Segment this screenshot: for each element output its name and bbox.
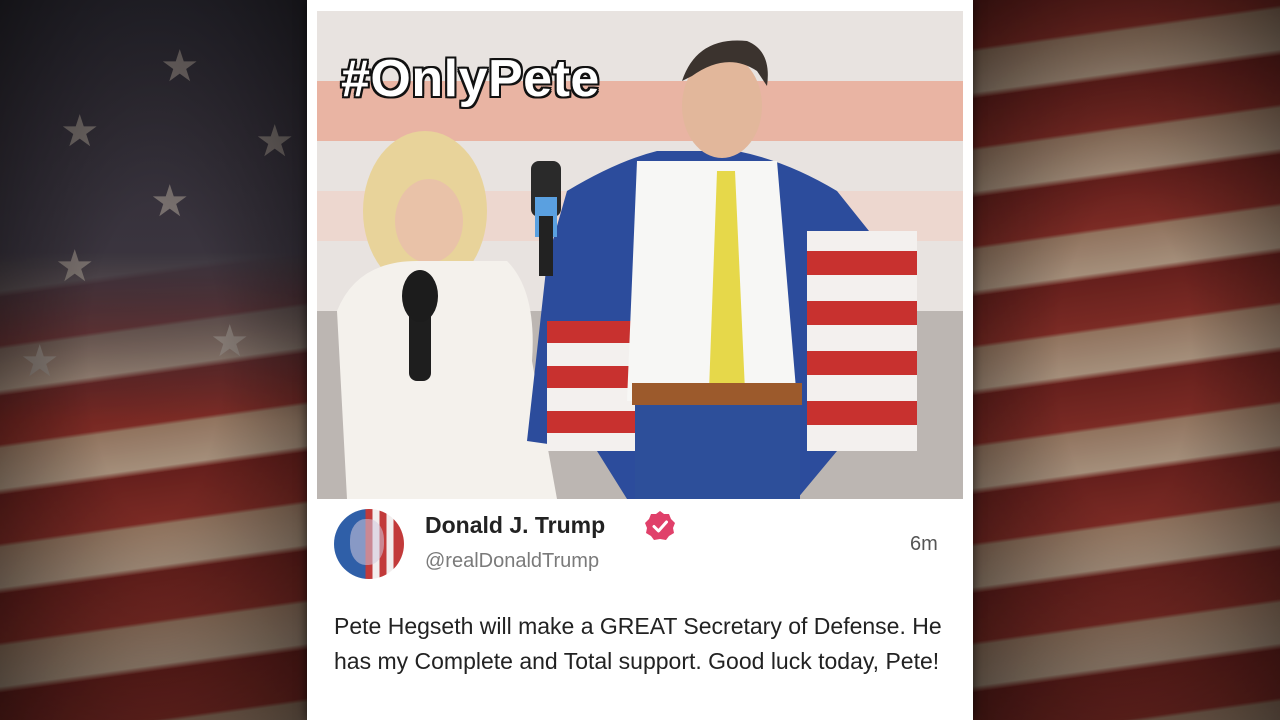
star-icon: ★ <box>210 316 250 367</box>
star-icon: ★ <box>150 176 190 227</box>
avatar-face <box>350 519 384 565</box>
post-body-text: Pete Hegseth will make a GREAT Secretary… <box>334 613 942 674</box>
flag-background-left: ★ ★ ★ ★ ★ ★ ★ <box>0 0 310 720</box>
image-overlay-hashtag: #OnlyPete <box>341 50 600 108</box>
star-icon: ★ <box>55 241 95 292</box>
star-icon: ★ <box>60 106 100 157</box>
author-handle[interactable]: @realDonaldTrump <box>425 550 599 573</box>
star-icon: ★ <box>20 336 60 387</box>
verified-check-badge-icon <box>645 511 675 540</box>
post-photo[interactable]: #OnlyPete <box>317 11 963 499</box>
flag-background-right <box>970 0 1280 720</box>
author-name[interactable]: Donald J. Trump <box>425 512 605 539</box>
flag-canton <box>0 0 310 420</box>
post-timestamp: 6m <box>910 533 938 555</box>
author-avatar[interactable] <box>334 509 404 579</box>
star-icon: ★ <box>255 116 295 167</box>
star-icon: ★ <box>160 41 200 92</box>
post-card: #OnlyPete Donald J. Trump @realDonaldTru… <box>307 0 973 720</box>
